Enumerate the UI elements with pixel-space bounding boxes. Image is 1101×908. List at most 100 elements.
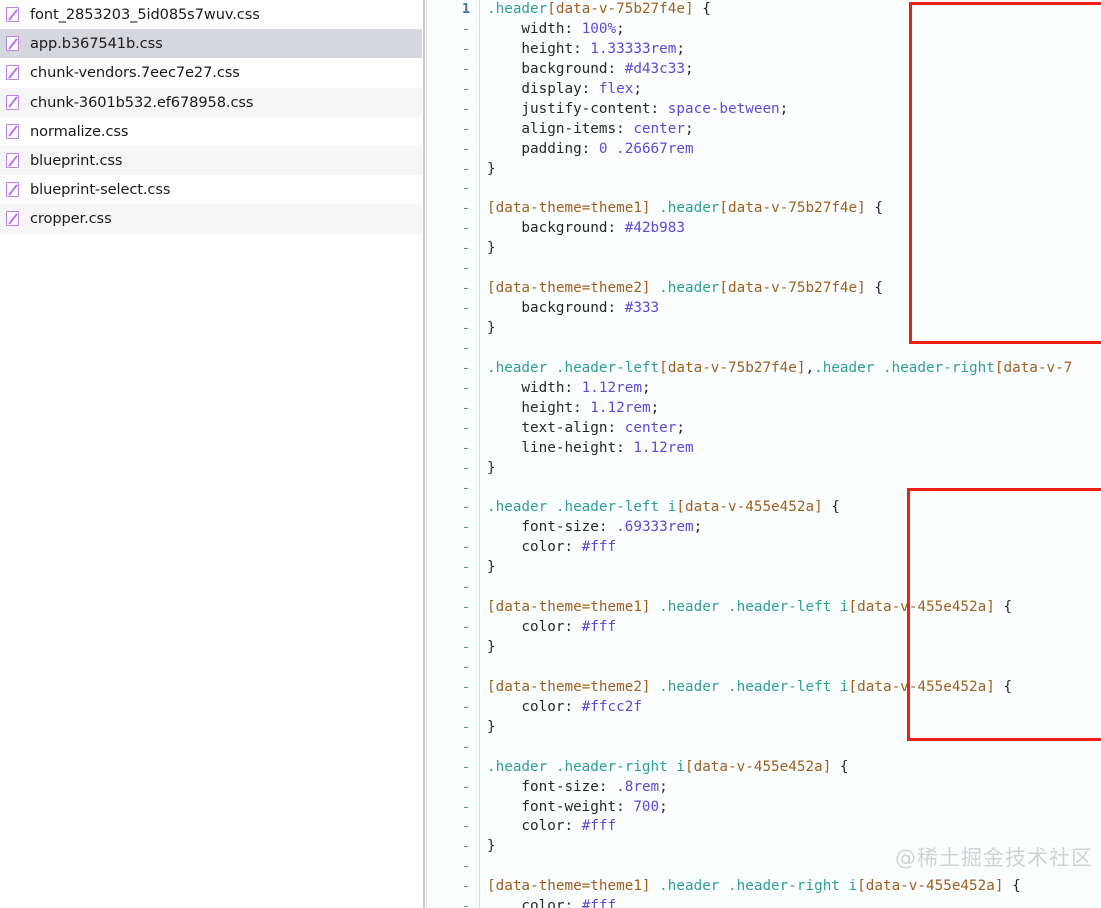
token-sel: .header .header-left i xyxy=(659,678,849,695)
fold-marker: - xyxy=(461,658,470,675)
code-line-text: display: flex; xyxy=(480,80,1101,100)
gutter-separator xyxy=(479,578,480,599)
code-diff-viewer: font_2853203_5id085s7wuv.css app.b367541b… xyxy=(0,0,1101,908)
token-brk: } xyxy=(487,838,496,855)
code-line-text: width: 1.12rem; xyxy=(480,379,1101,399)
line-number: 1 xyxy=(461,1,470,17)
token-attr: [data-v-455e452a] xyxy=(848,678,995,695)
css-file-icon xyxy=(6,123,19,139)
code-line-text: line-height: 1.12rem xyxy=(480,439,1101,459)
code-line: - text-align: center; xyxy=(429,418,1101,439)
code-line: - line-height: 1.12rem xyxy=(429,438,1101,459)
code-line: - xyxy=(429,338,1101,359)
code-line-text: width: 100%; xyxy=(480,20,1101,40)
file-list-item[interactable]: cropper.css xyxy=(0,204,422,234)
code-line-text: color: #fff xyxy=(480,897,1101,908)
fold-marker: - xyxy=(461,778,470,795)
token-brk: } xyxy=(487,559,496,576)
css-file-icon xyxy=(6,94,19,110)
css-file-icon xyxy=(6,65,19,81)
fold-marker: - xyxy=(461,619,470,636)
fold-marker: - xyxy=(461,399,470,416)
code-line-text: [data-theme=theme1] .header[data-v-75b27… xyxy=(480,199,1101,219)
code-line: - xyxy=(429,179,1101,200)
fold-marker: - xyxy=(461,599,470,616)
token-brk: ; xyxy=(659,798,668,815)
gutter-separator xyxy=(479,657,480,678)
token-prop: font-weight: xyxy=(487,798,634,815)
token-brk: { xyxy=(994,678,1013,695)
gutter-separator xyxy=(479,737,480,758)
file-name-label: chunk-vendors.7eec7e27.css xyxy=(30,64,240,82)
fold-marker: - xyxy=(461,698,470,715)
fold-marker: - xyxy=(461,459,470,476)
file-list-item[interactable]: font_2853203_5id085s7wuv.css xyxy=(0,0,422,30)
token-val: .8rem xyxy=(616,778,660,795)
token-attr: [data-theme=theme1] xyxy=(487,878,651,895)
code-line: - width: 1.12rem; xyxy=(429,378,1101,399)
token-val: 100% xyxy=(581,20,617,37)
token-prop: display: xyxy=(487,80,599,97)
gutter-separator xyxy=(479,179,480,200)
fold-marker: - xyxy=(461,240,470,257)
code-line: - [data-theme=theme2] .header[data-v-75b2… xyxy=(429,279,1101,300)
fold-marker: - xyxy=(461,898,470,908)
fold-marker: - xyxy=(461,320,470,336)
token-attr: [data-v-75b27f4e] xyxy=(719,200,866,217)
code-line: -} xyxy=(429,837,1101,858)
token-prop: color: xyxy=(487,539,582,556)
fold-marker: - xyxy=(461,818,470,835)
code-line: - width: 100%; xyxy=(429,19,1101,40)
code-line-text: .header[data-v-75b27f4e] { xyxy=(480,0,1101,20)
token-attr: [data-v-75b27f4e] xyxy=(719,280,866,297)
token-val: #fff xyxy=(581,818,617,835)
token-val: flex xyxy=(598,80,634,97)
code-line: - xyxy=(429,657,1101,678)
fold-marker: - xyxy=(461,838,470,855)
token-prop: line-height: xyxy=(487,439,634,456)
token-sel: .header .header-left i xyxy=(487,499,677,516)
token-sel: .header .header-left xyxy=(487,359,660,376)
code-line-text: color: #fff xyxy=(480,817,1101,837)
code-line: - justify-content: space-between; xyxy=(429,99,1101,120)
token-prop: color: xyxy=(487,818,582,835)
fold-marker: - xyxy=(461,419,470,436)
fold-marker: - xyxy=(461,300,470,317)
token-brk: ; xyxy=(633,80,642,97)
token-prop: width: xyxy=(487,379,582,396)
file-list-item[interactable]: chunk-3601b532.ef678958.css xyxy=(0,87,422,117)
code-viewer-pane[interactable]: 1 .header[data-v-75b27f4e] {- width: 100%… xyxy=(429,0,1101,908)
file-list-item[interactable]: app.b367541b.css xyxy=(0,29,422,59)
file-list-item[interactable]: chunk-vendors.7eec7e27.css xyxy=(0,58,422,88)
code-line: - font-size: .8rem; xyxy=(429,777,1101,798)
gutter-separator xyxy=(479,857,480,878)
code-line: - xyxy=(429,578,1101,599)
fold-marker: - xyxy=(461,339,470,356)
code-line: - color: #fff xyxy=(429,538,1101,559)
token-sel: .header .header-right i xyxy=(659,878,858,895)
gutter-separator xyxy=(479,338,480,359)
file-list-item[interactable]: blueprint-select.css xyxy=(0,175,422,205)
token-brk: ; xyxy=(676,419,685,436)
code-line: 1 .header[data-v-75b27f4e] { xyxy=(429,0,1101,20)
fold-marker: - xyxy=(461,479,470,496)
css-file-list[interactable]: font_2853203_5id085s7wuv.css app.b367541b… xyxy=(0,0,422,234)
code-line-text: justify-content: space-between; xyxy=(480,100,1101,120)
file-list-item[interactable]: blueprint.css xyxy=(0,145,422,176)
code-line: -} xyxy=(429,458,1101,479)
fold-marker: - xyxy=(461,60,470,77)
fold-marker: - xyxy=(461,678,470,695)
token-brk: { xyxy=(865,200,883,217)
token-brk: { xyxy=(831,758,849,775)
token-val: space-between xyxy=(667,100,780,117)
code-line: - height: 1.33333rem; xyxy=(429,39,1101,60)
token-prop: height: xyxy=(487,399,591,416)
file-list-item[interactable]: normalize.css xyxy=(0,116,422,146)
code-line: -} xyxy=(429,638,1101,658)
token-prop: align-items: xyxy=(487,120,634,137)
fold-marker: - xyxy=(461,180,470,197)
code-line-text: } xyxy=(480,160,1101,180)
code-line-text: height: 1.12rem; xyxy=(480,399,1101,419)
token-attr: [data-theme=theme1] xyxy=(487,599,651,616)
code-line: - font-size: .69333rem; xyxy=(429,518,1101,539)
